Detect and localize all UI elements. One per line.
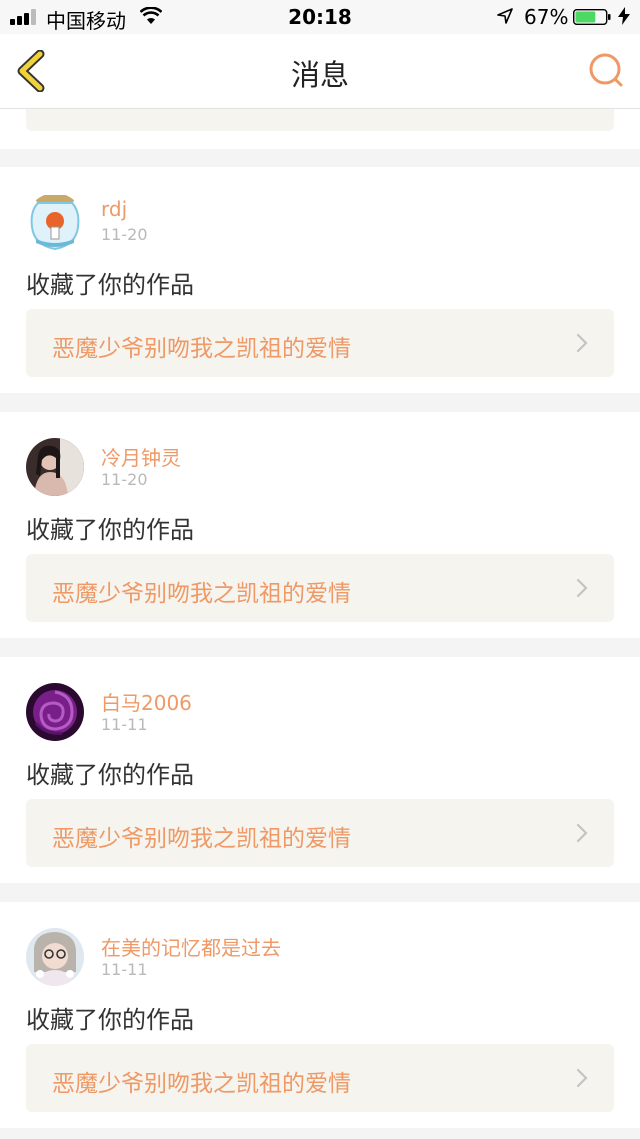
message-text: 收藏了你的作品 — [26, 271, 194, 299]
message-card: rdj 11-20 收藏了你的作品 恶魔少爷别吻我之凯祖的爱情 — [0, 167, 640, 393]
work-title: 恶魔少爷别吻我之凯祖的爱情 — [52, 826, 351, 852]
work-link[interactable]: 恶魔少爷别吻我之凯祖的爱情 — [26, 309, 614, 377]
work-title: 恶魔少爷别吻我之凯祖的爱情 — [52, 336, 351, 362]
work-title: 恶魔少爷别吻我之凯祖的爱情 — [52, 1071, 351, 1097]
status-bar: 中国移动 20:18 67% — [0, 0, 640, 34]
avatar[interactable] — [26, 193, 84, 251]
work-title: 恶魔少爷别吻我之凯祖的爱情 — [52, 581, 351, 607]
message-card-partial — [0, 109, 640, 149]
search-icon[interactable] — [588, 52, 624, 88]
work-link-partial[interactable] — [26, 109, 614, 131]
message-time: 11-20 — [101, 470, 148, 489]
message-text: 收藏了你的作品 — [26, 1006, 194, 1034]
work-link[interactable]: 恶魔少爷别吻我之凯祖的爱情 — [26, 554, 614, 622]
avatar[interactable] — [26, 438, 84, 496]
work-link[interactable]: 恶魔少爷别吻我之凯祖的爱情 — [26, 1044, 614, 1112]
nav-bar: 消息 — [0, 34, 640, 109]
chevron-right-icon — [576, 578, 588, 598]
chevron-right-icon — [576, 333, 588, 353]
work-link[interactable]: 恶魔少爷别吻我之凯祖的爱情 — [26, 799, 614, 867]
user-name[interactable]: 白马2006 — [101, 687, 192, 716]
message-list[interactable]: rdj 11-20 收藏了你的作品 恶魔少爷别吻我之凯祖的爱情 冷月钟灵 11-… — [0, 109, 640, 1139]
message-card: 冷月钟灵 11-20 收藏了你的作品 恶魔少爷别吻我之凯祖的爱情 — [0, 412, 640, 638]
message-card: 白马2006 11-11 收藏了你的作品 恶魔少爷别吻我之凯祖的爱情 — [0, 657, 640, 883]
message-time: 11-11 — [101, 960, 148, 979]
user-name[interactable]: rdj — [101, 197, 127, 221]
message-text: 收藏了你的作品 — [26, 761, 194, 789]
user-name[interactable]: 在美的记忆都是过去 — [101, 932, 281, 961]
user-name[interactable]: 冷月钟灵 — [101, 442, 181, 471]
message-time: 11-20 — [101, 225, 148, 244]
battery-percent: 67% — [524, 5, 569, 29]
battery-icon — [573, 9, 611, 25]
page-title: 消息 — [290, 58, 349, 92]
chevron-right-icon — [576, 1068, 588, 1088]
location-arrow-icon — [497, 8, 513, 24]
charging-bolt-icon — [618, 7, 630, 25]
message-card: 在美的记忆都是过去 11-11 收藏了你的作品 恶魔少爷别吻我之凯祖的爱情 — [0, 902, 640, 1128]
message-text: 收藏了你的作品 — [26, 516, 194, 544]
chevron-right-icon — [576, 823, 588, 843]
avatar[interactable] — [26, 683, 84, 741]
message-time: 11-11 — [101, 715, 148, 734]
avatar[interactable] — [26, 928, 84, 986]
